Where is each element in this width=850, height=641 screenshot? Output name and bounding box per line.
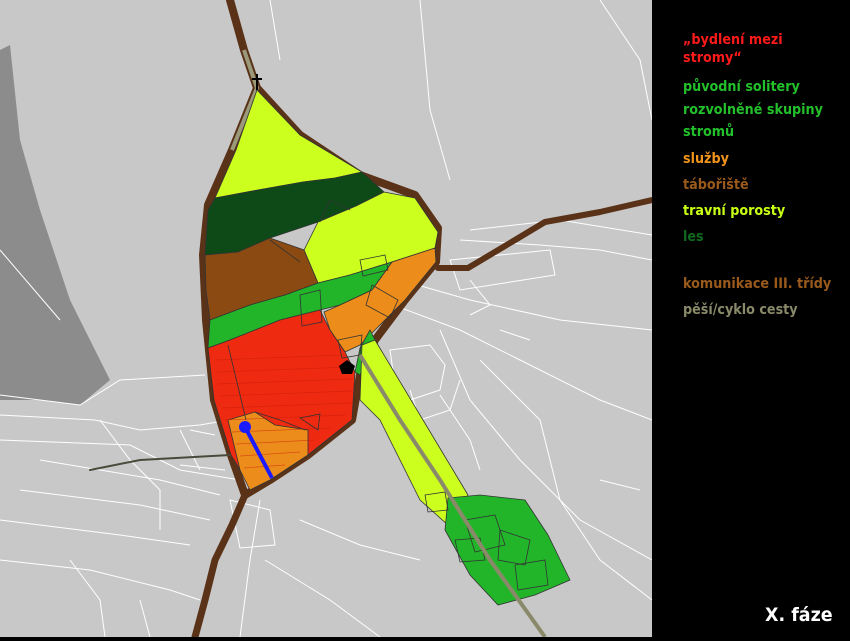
legend-item-paths: pěší/cyklo cesty — [683, 302, 798, 318]
phase-label: X. fáze — [765, 604, 833, 626]
legend-item-forest: les — [683, 229, 704, 245]
legend-item-solitary-trees: původní solitery — [683, 79, 800, 95]
legend-item-grassland: travní porosty — [683, 203, 786, 219]
legend-item-tree-groups-1: rozvolněné skupiny — [683, 102, 823, 118]
legend-item-housing-2: stromy“ — [683, 50, 742, 66]
cadastral-map — [0, 0, 655, 641]
legend-item-tree-groups-2: stromů — [683, 124, 735, 140]
map-legend: „bydlení mezi stromy“ původní solitery r… — [652, 0, 850, 637]
legend-item-road: komunikace III. třídy — [683, 276, 832, 292]
legend-item-services: služby — [683, 151, 729, 167]
legend-item-housing-1: „bydlení mezi — [683, 32, 783, 48]
blue-path-start — [239, 421, 251, 433]
legend-item-camp: tábořiště — [683, 177, 749, 193]
